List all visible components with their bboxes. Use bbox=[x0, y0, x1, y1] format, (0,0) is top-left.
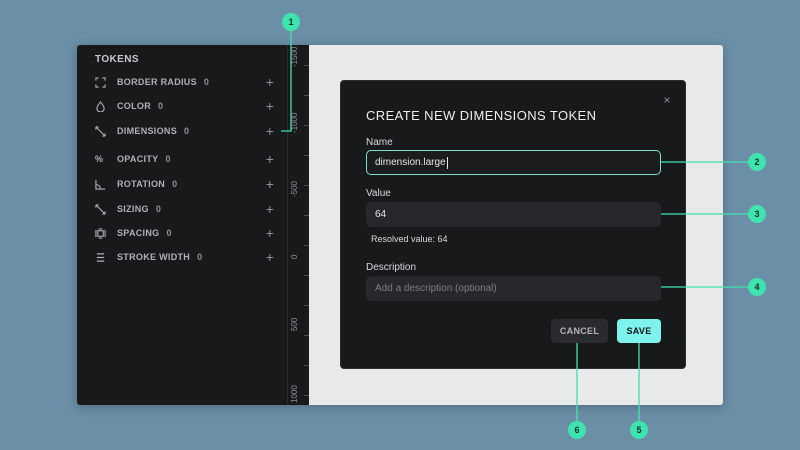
ruler-tick bbox=[304, 65, 309, 66]
ruler-label: -1000 bbox=[290, 112, 299, 133]
add-rotation-button[interactable]: + bbox=[261, 175, 279, 193]
annotation-badge-3: 3 bbox=[748, 205, 766, 223]
ruler-label: 0 bbox=[290, 254, 299, 259]
add-spacing-button[interactable]: + bbox=[261, 224, 279, 242]
annotation-badge-2: 2 bbox=[748, 153, 766, 171]
tokens-sidebar: TOKENS BORDER RADIUS 0 + COLOR 0 + DIMEN… bbox=[77, 45, 287, 405]
description-placeholder: Add a description (optional) bbox=[375, 283, 497, 294]
cancel-button[interactable]: CANCEL bbox=[551, 319, 608, 343]
annotation-badge-1: 1 bbox=[282, 13, 300, 31]
sidebar-item-rotation[interactable]: ROTATION 0 + bbox=[95, 175, 279, 193]
ruler-tick bbox=[304, 215, 309, 216]
ruler-tick bbox=[304, 155, 309, 156]
sidebar-item-sizing[interactable]: SIZING 0 + bbox=[95, 200, 279, 218]
ruler-tick bbox=[304, 95, 309, 96]
ruler-tick bbox=[304, 245, 309, 246]
ruler-tick bbox=[304, 395, 309, 396]
ruler-label: 500 bbox=[290, 317, 299, 331]
sidebar-item-color[interactable]: COLOR 0 + bbox=[95, 97, 279, 115]
value-input-value: 64 bbox=[375, 209, 387, 220]
stroke-width-icon bbox=[95, 252, 117, 263]
description-input[interactable]: Add a description (optional) bbox=[366, 276, 661, 301]
close-icon[interactable]: × bbox=[661, 94, 673, 106]
annotation-badge-6: 6 bbox=[568, 421, 586, 439]
add-sizing-button[interactable]: + bbox=[261, 200, 279, 218]
ruler-tick bbox=[304, 125, 309, 126]
ruler-tick bbox=[304, 275, 309, 276]
border-radius-icon bbox=[95, 76, 117, 88]
vertical-ruler[interactable]: -1500 -1000 -500 0 500 1000 bbox=[287, 45, 309, 405]
color-drop-icon bbox=[95, 100, 117, 112]
sidebar-item-spacing[interactable]: SPACING 0 + bbox=[95, 224, 279, 242]
resolved-value-text: Resolved value: 64 bbox=[371, 234, 448, 244]
add-dimensions-button[interactable]: + bbox=[261, 122, 279, 140]
add-opacity-button[interactable]: + bbox=[261, 150, 279, 168]
add-border-radius-button[interactable]: + bbox=[261, 73, 279, 91]
ruler-tick bbox=[304, 335, 309, 336]
ruler-tick bbox=[304, 305, 309, 306]
save-button[interactable]: SAVE bbox=[617, 319, 661, 343]
spacing-icon bbox=[95, 227, 117, 239]
value-label: Value bbox=[366, 188, 391, 199]
sidebar-title: TOKENS bbox=[95, 54, 139, 65]
rotation-angle-icon bbox=[95, 179, 117, 190]
dialog-title: CREATE NEW DIMENSIONS TOKEN bbox=[366, 108, 597, 123]
sidebar-item-dimensions[interactable]: DIMENSIONS 0 + bbox=[95, 122, 279, 140]
annotation-badge-5: 5 bbox=[630, 421, 648, 439]
ruler-tick bbox=[304, 185, 309, 186]
add-color-button[interactable]: + bbox=[261, 97, 279, 115]
name-input-value: dimension.large bbox=[375, 157, 446, 168]
add-stroke-width-button[interactable]: + bbox=[261, 248, 279, 266]
description-label: Description bbox=[366, 262, 417, 273]
sidebar-item-stroke-width[interactable]: STROKE WIDTH 0 + bbox=[95, 248, 279, 266]
name-input[interactable]: dimension.large bbox=[366, 150, 661, 175]
app-window: TOKENS BORDER RADIUS 0 + COLOR 0 + DIMEN… bbox=[77, 45, 723, 405]
ruler-label: 1000 bbox=[290, 385, 299, 403]
sidebar-item-border-radius[interactable]: BORDER RADIUS 0 + bbox=[95, 73, 279, 91]
ruler-label: -1500 bbox=[290, 46, 299, 67]
annotation-badge-4: 4 bbox=[748, 278, 766, 296]
ruler-tick bbox=[304, 365, 309, 366]
sidebar-item-opacity[interactable]: % OPACITY 0 + bbox=[95, 150, 279, 168]
create-token-dialog: CREATE NEW DIMENSIONS TOKEN × Name dimen… bbox=[340, 80, 686, 369]
percent-icon: % bbox=[95, 154, 104, 164]
ruler-label: -500 bbox=[290, 180, 299, 197]
text-caret bbox=[446, 156, 448, 169]
name-label: Name bbox=[366, 137, 393, 148]
dimensions-arrow-icon bbox=[95, 125, 117, 137]
sizing-arrow-icon bbox=[95, 203, 117, 215]
value-input[interactable]: 64 bbox=[366, 202, 661, 227]
